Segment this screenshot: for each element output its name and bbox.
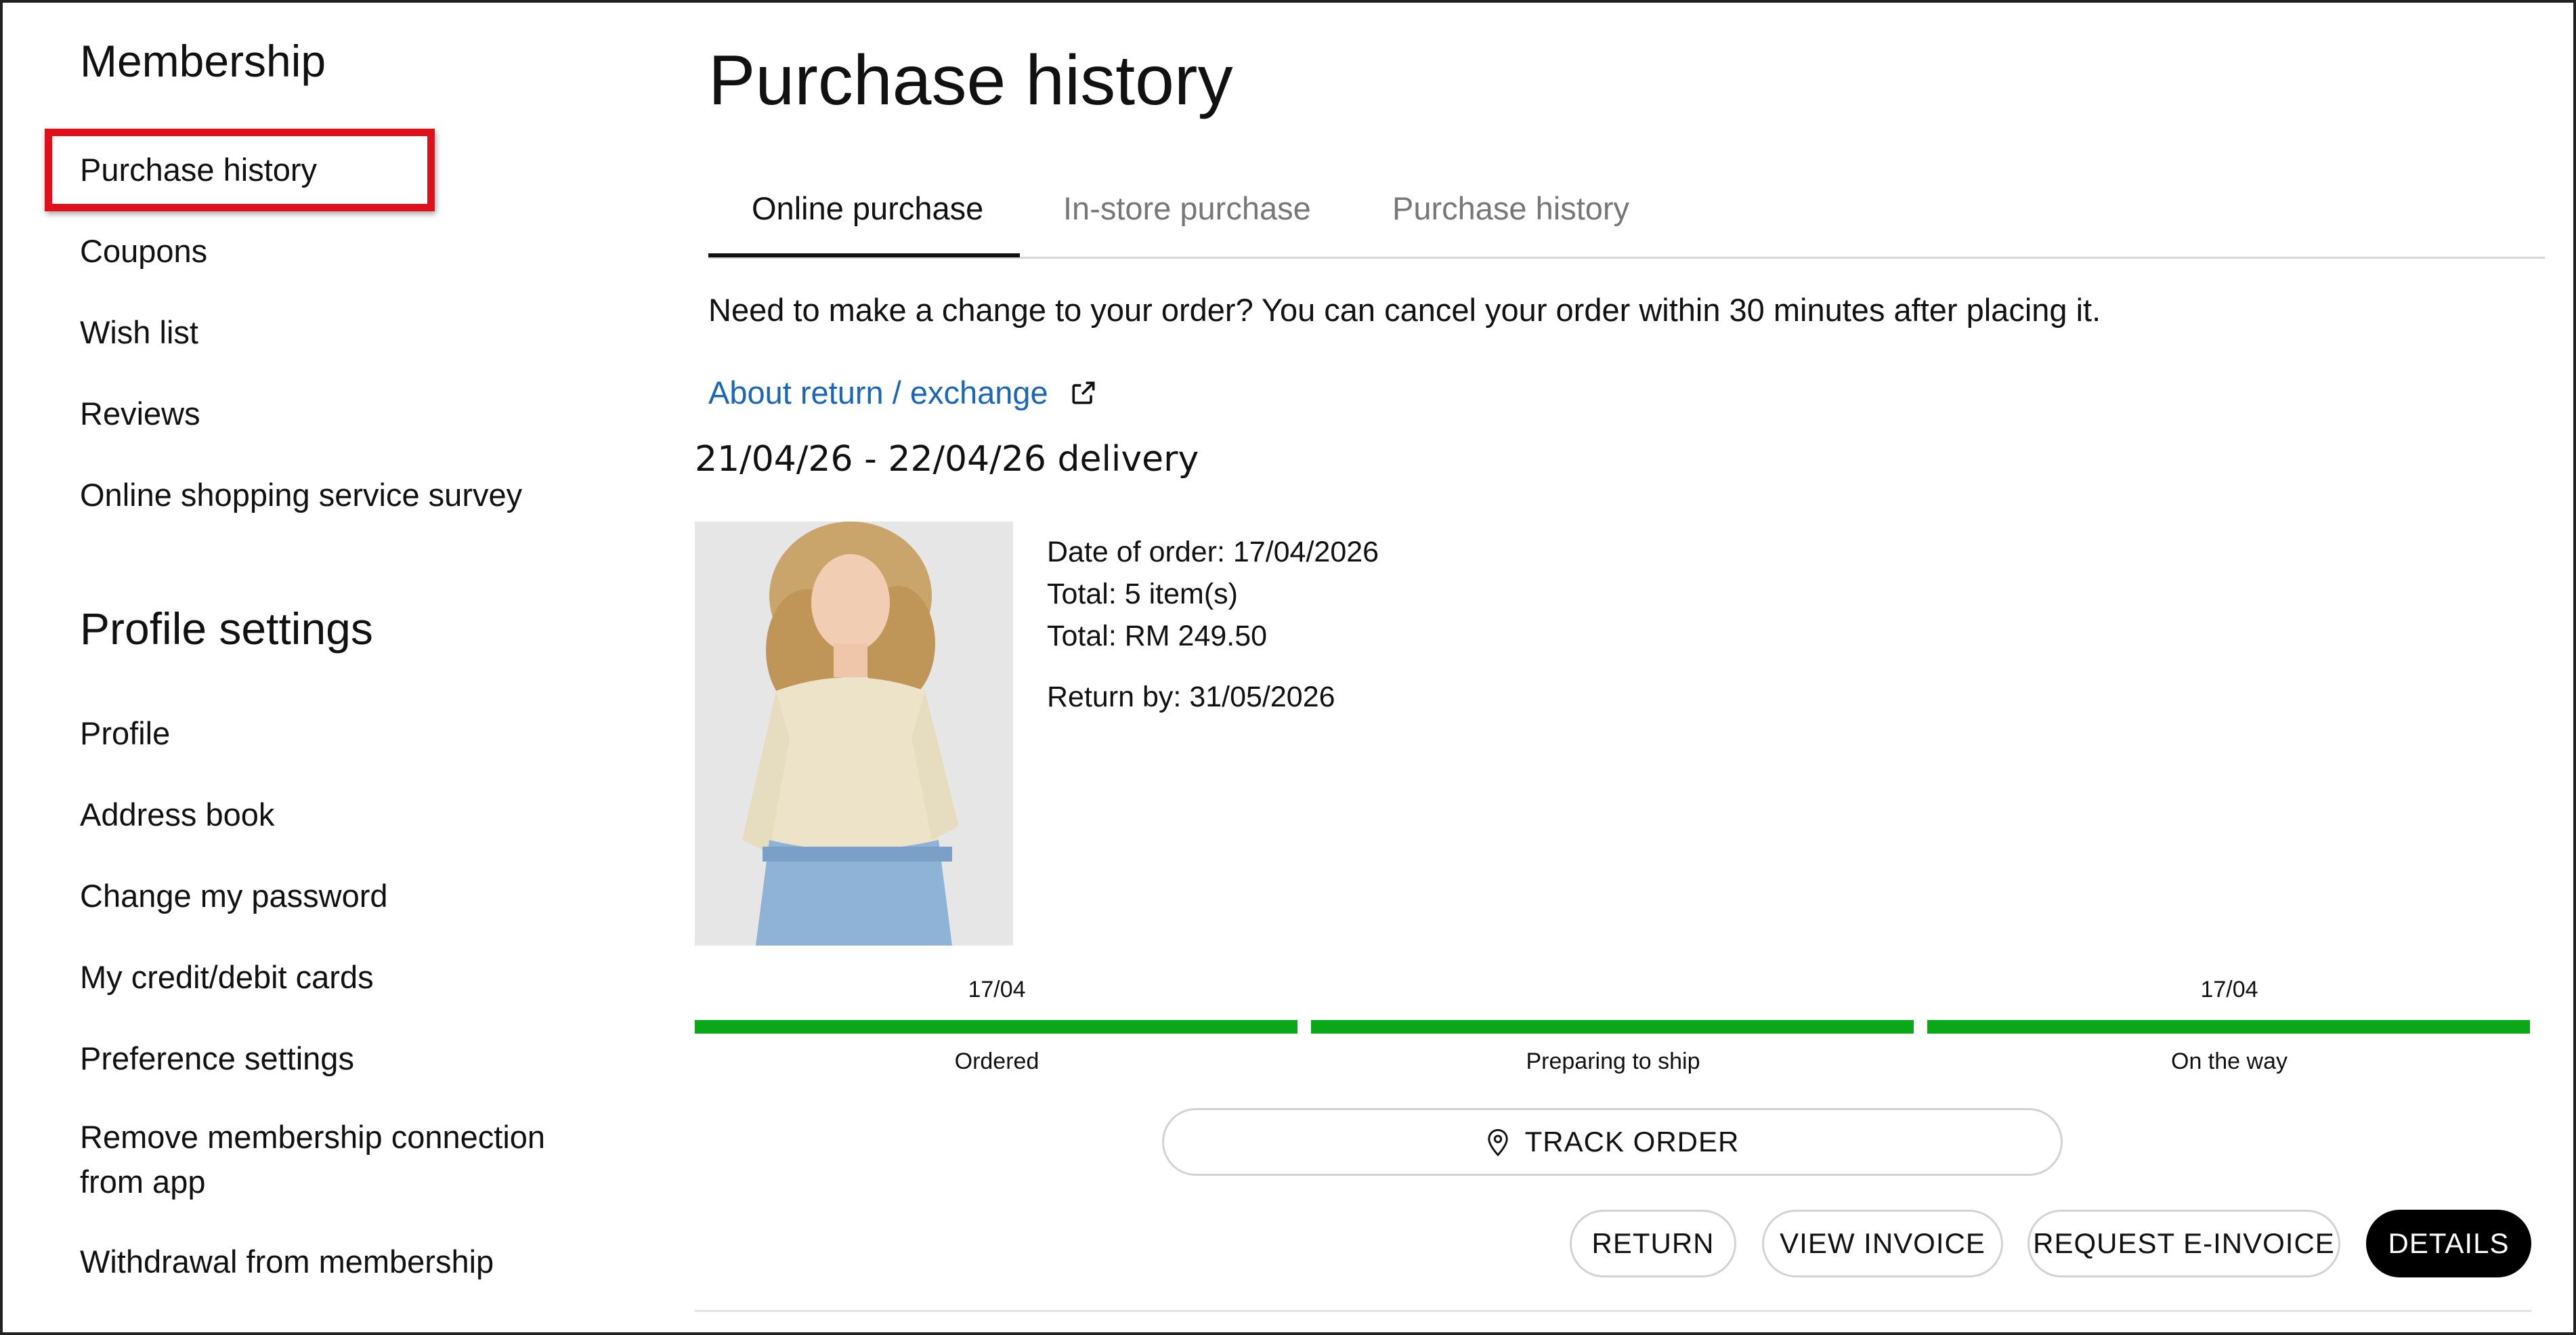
- sidebar-item-coupons[interactable]: Coupons: [80, 229, 207, 274]
- sidebar-item-online-shopping-survey[interactable]: Online shopping service survey: [80, 473, 522, 517]
- page-title: Purchase history: [708, 41, 1233, 120]
- sidebar-item-preference-settings[interactable]: Preference settings: [80, 1036, 354, 1081]
- tab-purchase-history[interactable]: Purchase history: [1392, 190, 1629, 227]
- about-link-label: About return / exchange: [708, 375, 1048, 410]
- sidebar-item-address-book[interactable]: Address book: [80, 792, 274, 837]
- progress-bar-preparing: [1311, 1020, 1914, 1034]
- sidebar-item-withdrawal[interactable]: Withdrawal from membership: [80, 1239, 494, 1284]
- step-label-ordered: Ordered: [954, 1048, 1039, 1074]
- profile-settings-heading: Profile settings: [80, 603, 373, 654]
- tab-in-store-purchase[interactable]: In-store purchase: [1063, 190, 1311, 227]
- tab-bar: Online purchase In-store purchase Purcha…: [708, 177, 2545, 259]
- highlight-box: [45, 129, 435, 211]
- step-date-ordered: 17/04: [968, 977, 1026, 1002]
- sidebar: Membership Purchase history Coupons Wish…: [0, 0, 677, 1335]
- track-order-button[interactable]: TRACK ORDER: [1162, 1108, 2063, 1176]
- active-tab-underline: [708, 253, 1020, 257]
- order-date: Date of order: 17/04/2026: [1047, 536, 1379, 568]
- return-button[interactable]: RETURN: [1570, 1210, 1736, 1277]
- progress-bar-on-the-way: [1927, 1020, 2530, 1034]
- section-divider: [695, 1310, 2531, 1312]
- sidebar-item-credit-debit-cards[interactable]: My credit/debit cards: [80, 955, 374, 1000]
- details-button[interactable]: DETAILS: [2366, 1210, 2531, 1277]
- order-total: Total: RM 249.50: [1047, 620, 1268, 652]
- product-image[interactable]: [695, 522, 1013, 946]
- cancel-notice: Need to make a change to your order? You…: [708, 292, 2101, 328]
- order-return-by: Return by: 31/05/2026: [1047, 681, 1335, 713]
- external-link-icon: [1072, 381, 1095, 404]
- view-invoice-button[interactable]: VIEW INVOICE: [1762, 1210, 2003, 1277]
- sidebar-item-remove-membership-connection[interactable]: Remove membership connection from app: [80, 1115, 608, 1204]
- progress-bar-ordered: [695, 1020, 1297, 1034]
- delivery-window: 21/04/26 - 22/04/26 delivery: [695, 439, 1199, 480]
- membership-heading: Membership: [80, 36, 326, 86]
- track-order-label: TRACK ORDER: [1524, 1126, 1740, 1158]
- step-label-preparing: Preparing to ship: [1526, 1048, 1700, 1074]
- sidebar-item-wish-list[interactable]: Wish list: [80, 310, 198, 355]
- tab-online-purchase[interactable]: Online purchase: [752, 190, 983, 227]
- sidebar-item-profile[interactable]: Profile: [80, 711, 170, 756]
- request-e-invoice-button[interactable]: REQUEST E-INVOICE: [2027, 1210, 2340, 1277]
- product-photo-illustration: [695, 522, 1013, 946]
- step-date-on-the-way: 17/04: [2200, 977, 2258, 1002]
- step-label-on-the-way: On the way: [2171, 1048, 2288, 1074]
- about-return-exchange-link[interactable]: About return / exchange: [708, 374, 1098, 411]
- order-item-count: Total: 5 item(s): [1047, 578, 1238, 610]
- location-pin-icon: [1487, 1128, 1508, 1157]
- sidebar-item-reviews[interactable]: Reviews: [80, 391, 200, 436]
- sidebar-item-change-password[interactable]: Change my password: [80, 874, 388, 918]
- order-info: Date of order: 17/04/2026 Total: 5 item(…: [1047, 531, 1379, 718]
